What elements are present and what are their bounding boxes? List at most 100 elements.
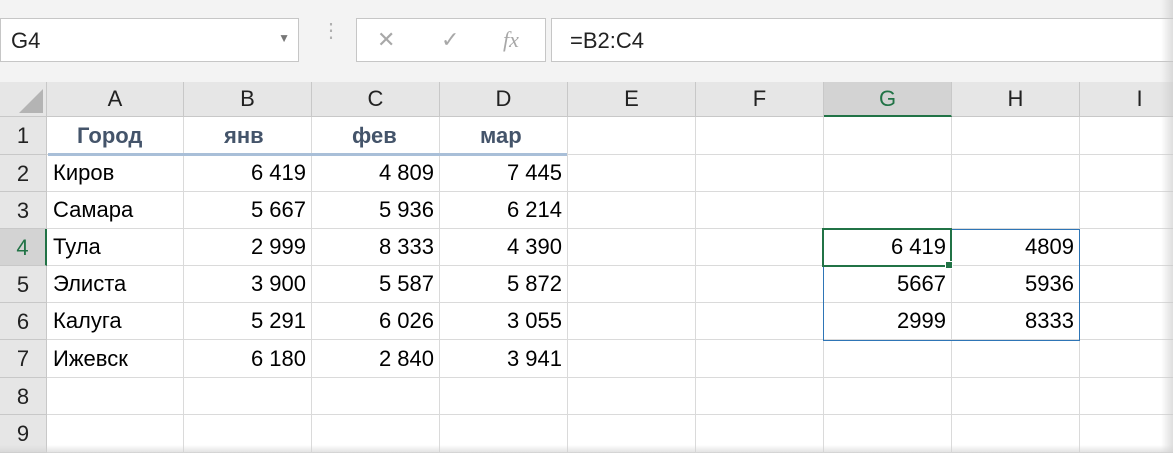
cell-h8[interactable] bbox=[952, 378, 1080, 415]
row-header-8[interactable]: 8 bbox=[0, 378, 47, 415]
cell-b7[interactable]: 6 180 bbox=[184, 340, 312, 378]
row-header-7[interactable]: 7 bbox=[0, 340, 47, 378]
cell-a1[interactable]: Город bbox=[47, 117, 184, 155]
cell-c2[interactable]: 4 809 bbox=[312, 155, 440, 192]
cell-d3[interactable]: 6 214 bbox=[440, 192, 568, 229]
cell-a7[interactable]: Ижевск bbox=[47, 340, 184, 378]
cell-e5[interactable] bbox=[568, 266, 696, 303]
cell-b3[interactable]: 5 667 bbox=[184, 192, 312, 229]
cell-g8[interactable] bbox=[824, 378, 952, 415]
cell-g1[interactable] bbox=[824, 117, 952, 155]
cell-g7[interactable] bbox=[824, 340, 952, 378]
cell-a6[interactable]: Калуга bbox=[47, 303, 184, 340]
cell-b1[interactable]: янв bbox=[184, 117, 312, 155]
cell-a5[interactable]: Элиста bbox=[47, 266, 184, 303]
cell-h1[interactable] bbox=[952, 117, 1080, 155]
cell-e1[interactable] bbox=[568, 117, 696, 155]
cell-h3[interactable] bbox=[952, 192, 1080, 229]
cell-g5[interactable]: 5667 bbox=[824, 266, 952, 303]
row-header-1[interactable]: 1 bbox=[0, 117, 47, 155]
row-header-4[interactable]: 4 bbox=[0, 229, 47, 266]
cell-c6[interactable]: 6 026 bbox=[312, 303, 440, 340]
column-header-h[interactable]: H bbox=[952, 82, 1080, 117]
cell-h7[interactable] bbox=[952, 340, 1080, 378]
cell-d5[interactable]: 5 872 bbox=[440, 266, 568, 303]
cell-f4[interactable] bbox=[696, 229, 824, 266]
cell-b2[interactable]: 6 419 bbox=[184, 155, 312, 192]
cell-c1[interactable]: фев bbox=[312, 117, 440, 155]
cell-d2[interactable]: 7 445 bbox=[440, 155, 568, 192]
cell-b8[interactable] bbox=[184, 378, 312, 415]
grip-icon[interactable]: ⋮ bbox=[321, 21, 341, 41]
cell-c3[interactable]: 5 936 bbox=[312, 192, 440, 229]
column-header-a[interactable]: A bbox=[47, 82, 184, 117]
cell-value: Калуга bbox=[53, 308, 122, 333]
cell-g6[interactable]: 2999 bbox=[824, 303, 952, 340]
column-header-i[interactable]: I bbox=[1080, 82, 1173, 117]
cell-a2[interactable]: Киров bbox=[47, 155, 184, 192]
cell-d8[interactable] bbox=[440, 378, 568, 415]
cell-a3[interactable]: Самара bbox=[47, 192, 184, 229]
cell-f1[interactable] bbox=[696, 117, 824, 155]
formula-input[interactable]: =B2:C4 bbox=[551, 18, 1173, 62]
cell-f2[interactable] bbox=[696, 155, 824, 192]
cell-g2[interactable] bbox=[824, 155, 952, 192]
cell-f3[interactable] bbox=[696, 192, 824, 229]
name-box[interactable]: G4 ▼ bbox=[0, 18, 299, 62]
cell-i1[interactable] bbox=[1080, 117, 1173, 155]
row-header-2[interactable]: 2 bbox=[0, 155, 47, 192]
cell-e7[interactable] bbox=[568, 340, 696, 378]
cell-e3[interactable] bbox=[568, 192, 696, 229]
cell-a4[interactable]: Тула bbox=[47, 229, 184, 266]
cell-h4[interactable]: 4809 bbox=[952, 229, 1080, 266]
row-header-5[interactable]: 5 bbox=[0, 266, 47, 303]
cell-g3[interactable] bbox=[824, 192, 952, 229]
cell-b6[interactable]: 5 291 bbox=[184, 303, 312, 340]
cell-d6[interactable]: 3 055 bbox=[440, 303, 568, 340]
cell-b5[interactable]: 3 900 bbox=[184, 266, 312, 303]
select-all-button[interactable] bbox=[0, 82, 47, 117]
cell-b4[interactable]: 2 999 bbox=[184, 229, 312, 266]
cell-i6[interactable] bbox=[1080, 303, 1173, 340]
cell-h6[interactable]: 8333 bbox=[952, 303, 1080, 340]
cell-c8[interactable] bbox=[312, 378, 440, 415]
fill-handle[interactable] bbox=[945, 261, 953, 269]
column-header-f[interactable]: F bbox=[696, 82, 824, 117]
cell-i2[interactable] bbox=[1080, 155, 1173, 192]
cell-e4[interactable] bbox=[568, 229, 696, 266]
chevron-down-icon[interactable]: ▼ bbox=[278, 31, 290, 45]
cell-d7[interactable]: 3 941 bbox=[440, 340, 568, 378]
cell-i5[interactable] bbox=[1080, 266, 1173, 303]
cell-f8[interactable] bbox=[696, 378, 824, 415]
cell-e8[interactable] bbox=[568, 378, 696, 415]
cell-e2[interactable] bbox=[568, 155, 696, 192]
cell-value: 2 840 bbox=[378, 346, 434, 371]
cancel-icon[interactable]: ✕ bbox=[377, 27, 395, 53]
cell-h5[interactable]: 5936 bbox=[952, 266, 1080, 303]
cell-d4[interactable]: 4 390 bbox=[440, 229, 568, 266]
cell-a8[interactable] bbox=[47, 378, 184, 415]
cell-c5[interactable]: 5 587 bbox=[312, 266, 440, 303]
cell-i3[interactable] bbox=[1080, 192, 1173, 229]
cell-i8[interactable] bbox=[1080, 378, 1173, 415]
column-header-b[interactable]: B bbox=[184, 82, 312, 117]
column-header-g[interactable]: G bbox=[824, 82, 952, 117]
cell-f5[interactable] bbox=[696, 266, 824, 303]
cell-c7[interactable]: 2 840 bbox=[312, 340, 440, 378]
cell-f6[interactable] bbox=[696, 303, 824, 340]
row-header-6[interactable]: 6 bbox=[0, 303, 47, 340]
row-header-3[interactable]: 3 bbox=[0, 192, 47, 229]
cell-value: 2999 bbox=[897, 308, 946, 333]
cell-c4[interactable]: 8 333 bbox=[312, 229, 440, 266]
cell-f7[interactable] bbox=[696, 340, 824, 378]
cell-i4[interactable] bbox=[1080, 229, 1173, 266]
column-header-e[interactable]: E bbox=[568, 82, 696, 117]
cell-h2[interactable] bbox=[952, 155, 1080, 192]
column-header-d[interactable]: D bbox=[440, 82, 568, 117]
cell-e6[interactable] bbox=[568, 303, 696, 340]
cell-i7[interactable] bbox=[1080, 340, 1173, 378]
enter-icon[interactable]: ✓ bbox=[441, 27, 459, 53]
cell-d1[interactable]: мар bbox=[440, 117, 568, 155]
column-header-c[interactable]: C bbox=[312, 82, 440, 117]
insert-function-icon[interactable]: fx bbox=[503, 27, 519, 53]
